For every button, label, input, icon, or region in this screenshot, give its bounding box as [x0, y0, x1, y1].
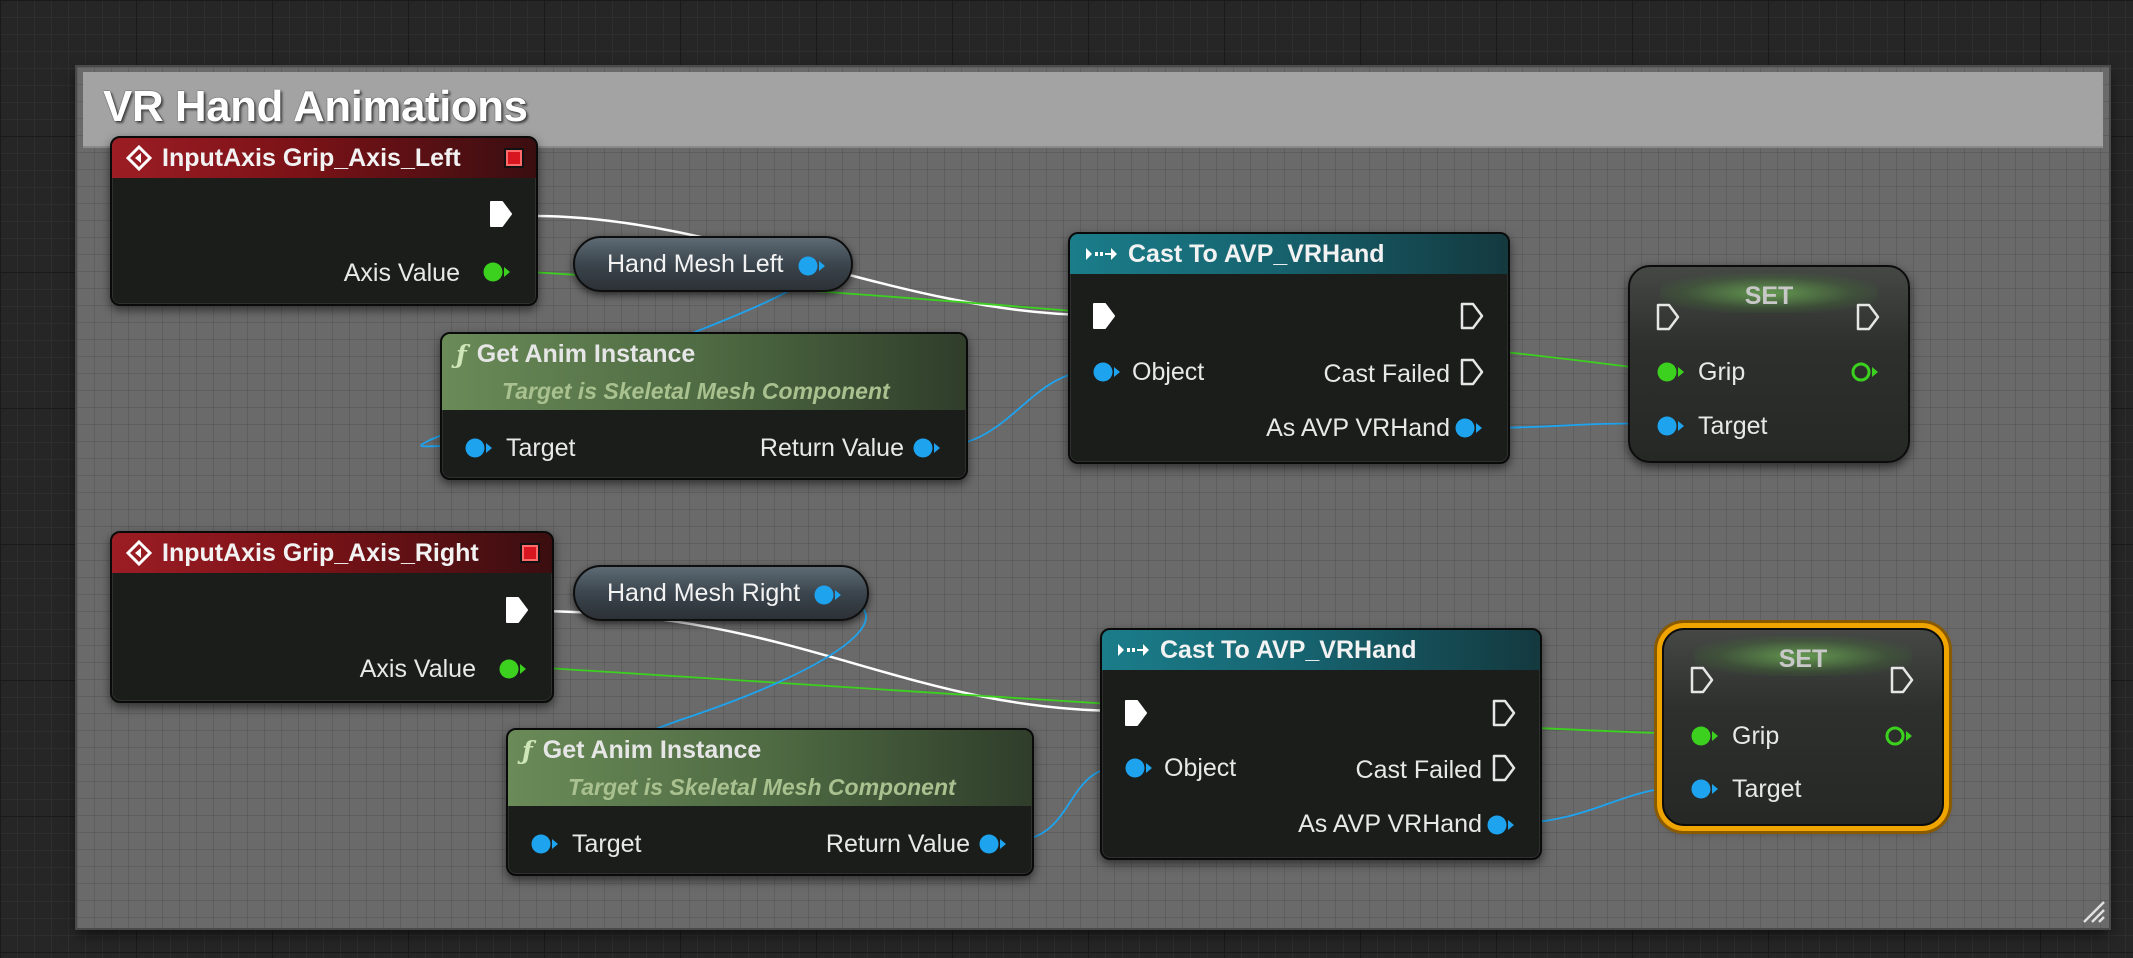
event-diamond-icon [126, 540, 152, 566]
variable-node-hand-mesh-left[interactable]: Hand Mesh Left [573, 236, 853, 292]
exec-out-pin[interactable] [1856, 303, 1880, 331]
delegate-pin-icon[interactable] [520, 543, 540, 563]
cast-failed-pin[interactable] [1460, 358, 1484, 386]
exec-in-pin[interactable] [1124, 699, 1148, 727]
get-anim-instance-node-right[interactable]: ƒ Get Anim Instance Target is Skeletal M… [506, 728, 1034, 876]
cast-node-title: Cast To AVP_VRHand [1160, 635, 1417, 664]
grip-in-pin[interactable] [1690, 724, 1720, 748]
as-vrhand-label: As AVP VRHand [1298, 810, 1482, 838]
variable-out-pin[interactable] [813, 583, 843, 607]
object-in-pin[interactable] [1092, 360, 1122, 384]
target-in-pin[interactable] [1690, 777, 1720, 801]
function-node-header[interactable]: ƒ Get Anim Instance Target is Skeletal M… [442, 334, 966, 410]
exec-in-pin[interactable] [1092, 302, 1116, 330]
function-icon: ƒ [522, 736, 533, 765]
as-vrhand-pin[interactable] [1486, 813, 1516, 837]
function-icon: ƒ [456, 340, 467, 369]
get-anim-instance-node-left[interactable]: ƒ Get Anim Instance Target is Skeletal M… [440, 332, 968, 480]
cast-failed-label: Cast Failed [1323, 360, 1450, 388]
event-diamond-icon [126, 145, 152, 171]
event-node-header[interactable]: InputAxis Grip_Axis_Right [112, 533, 552, 573]
exec-out-pin[interactable] [505, 596, 529, 624]
grip-in-pin[interactable] [1656, 360, 1686, 384]
target-label: Target [506, 434, 576, 462]
return-value-pin[interactable] [912, 436, 942, 460]
function-node-title: Get Anim Instance [542, 736, 762, 764]
grip-out-pin[interactable] [1884, 724, 1914, 748]
event-node-grip-axis-right[interactable]: InputAxis Grip_Axis_Right Axis Value [110, 531, 554, 703]
exec-in-pin[interactable] [1690, 666, 1714, 694]
cast-failed-label: Cast Failed [1355, 756, 1482, 784]
function-node-subtitle: Target is Skeletal Mesh Component [502, 378, 890, 404]
grip-label: Grip [1732, 722, 1780, 750]
exec-in-pin[interactable] [1656, 303, 1680, 331]
variable-label: Hand Mesh Right [607, 578, 801, 607]
return-value-label: Return Value [759, 434, 904, 462]
exec-out-pin[interactable] [1890, 666, 1914, 694]
set-node-right[interactable]: SET Grip Target [1662, 628, 1944, 826]
cast-node-left[interactable]: Cast To AVP_VRHand Object Cast Failed As… [1068, 232, 1510, 464]
grip-label: Grip [1698, 358, 1746, 386]
exec-out-pin[interactable] [489, 200, 513, 228]
function-node-header[interactable]: ƒ Get Anim Instance Target is Skeletal M… [508, 730, 1032, 806]
axis-value-pin[interactable] [482, 260, 512, 284]
function-node-subtitle: Target is Skeletal Mesh Component [568, 774, 956, 800]
object-label: Object [1164, 754, 1237, 782]
resize-grip-icon[interactable] [2080, 898, 2106, 924]
target-label: Target [1698, 412, 1768, 440]
cast-node-header[interactable]: Cast To AVP_VRHand [1070, 234, 1508, 274]
return-value-pin[interactable] [978, 832, 1008, 856]
target-label: Target [1732, 775, 1802, 803]
cast-node-right[interactable]: Cast To AVP_VRHand Object Cast Failed As… [1100, 628, 1542, 860]
cast-icon [1086, 248, 1117, 260]
as-vrhand-pin[interactable] [1454, 416, 1484, 440]
return-value-label: Return Value [825, 830, 970, 858]
cast-node-header[interactable]: Cast To AVP_VRHand [1102, 630, 1540, 670]
axis-value-label: Axis Value [359, 655, 476, 683]
comment-title: VR Hand Animations [103, 82, 528, 131]
target-in-pin[interactable] [464, 436, 494, 460]
event-node-title: InputAxis Grip_Axis_Right [162, 538, 479, 567]
cast-node-title: Cast To AVP_VRHand [1128, 239, 1385, 268]
exec-out-pin[interactable] [1460, 302, 1484, 330]
axis-value-pin[interactable] [498, 657, 528, 681]
object-in-pin[interactable] [1124, 756, 1154, 780]
cast-failed-pin[interactable] [1492, 754, 1516, 782]
variable-label: Hand Mesh Left [607, 249, 784, 278]
cast-icon [1118, 644, 1149, 656]
exec-out-pin[interactable] [1492, 699, 1516, 727]
variable-node-hand-mesh-right[interactable]: Hand Mesh Right [573, 565, 869, 621]
event-node-title: InputAxis Grip_Axis_Left [162, 143, 461, 172]
grip-out-pin[interactable] [1850, 360, 1880, 384]
variable-out-pin[interactable] [797, 254, 827, 278]
target-in-pin[interactable] [1656, 414, 1686, 438]
event-node-header[interactable]: InputAxis Grip_Axis_Left [112, 138, 536, 178]
delegate-pin-icon[interactable] [504, 148, 524, 168]
object-label: Object [1132, 358, 1205, 386]
set-node-left[interactable]: SET Grip Target [1628, 265, 1910, 463]
axis-value-label: Axis Value [343, 259, 460, 287]
as-vrhand-label: As AVP VRHand [1266, 414, 1450, 442]
function-node-title: Get Anim Instance [476, 340, 696, 368]
target-label: Target [572, 830, 642, 858]
target-in-pin[interactable] [530, 832, 560, 856]
event-node-grip-axis-left[interactable]: InputAxis Grip_Axis_Left Axis Value [110, 136, 538, 306]
